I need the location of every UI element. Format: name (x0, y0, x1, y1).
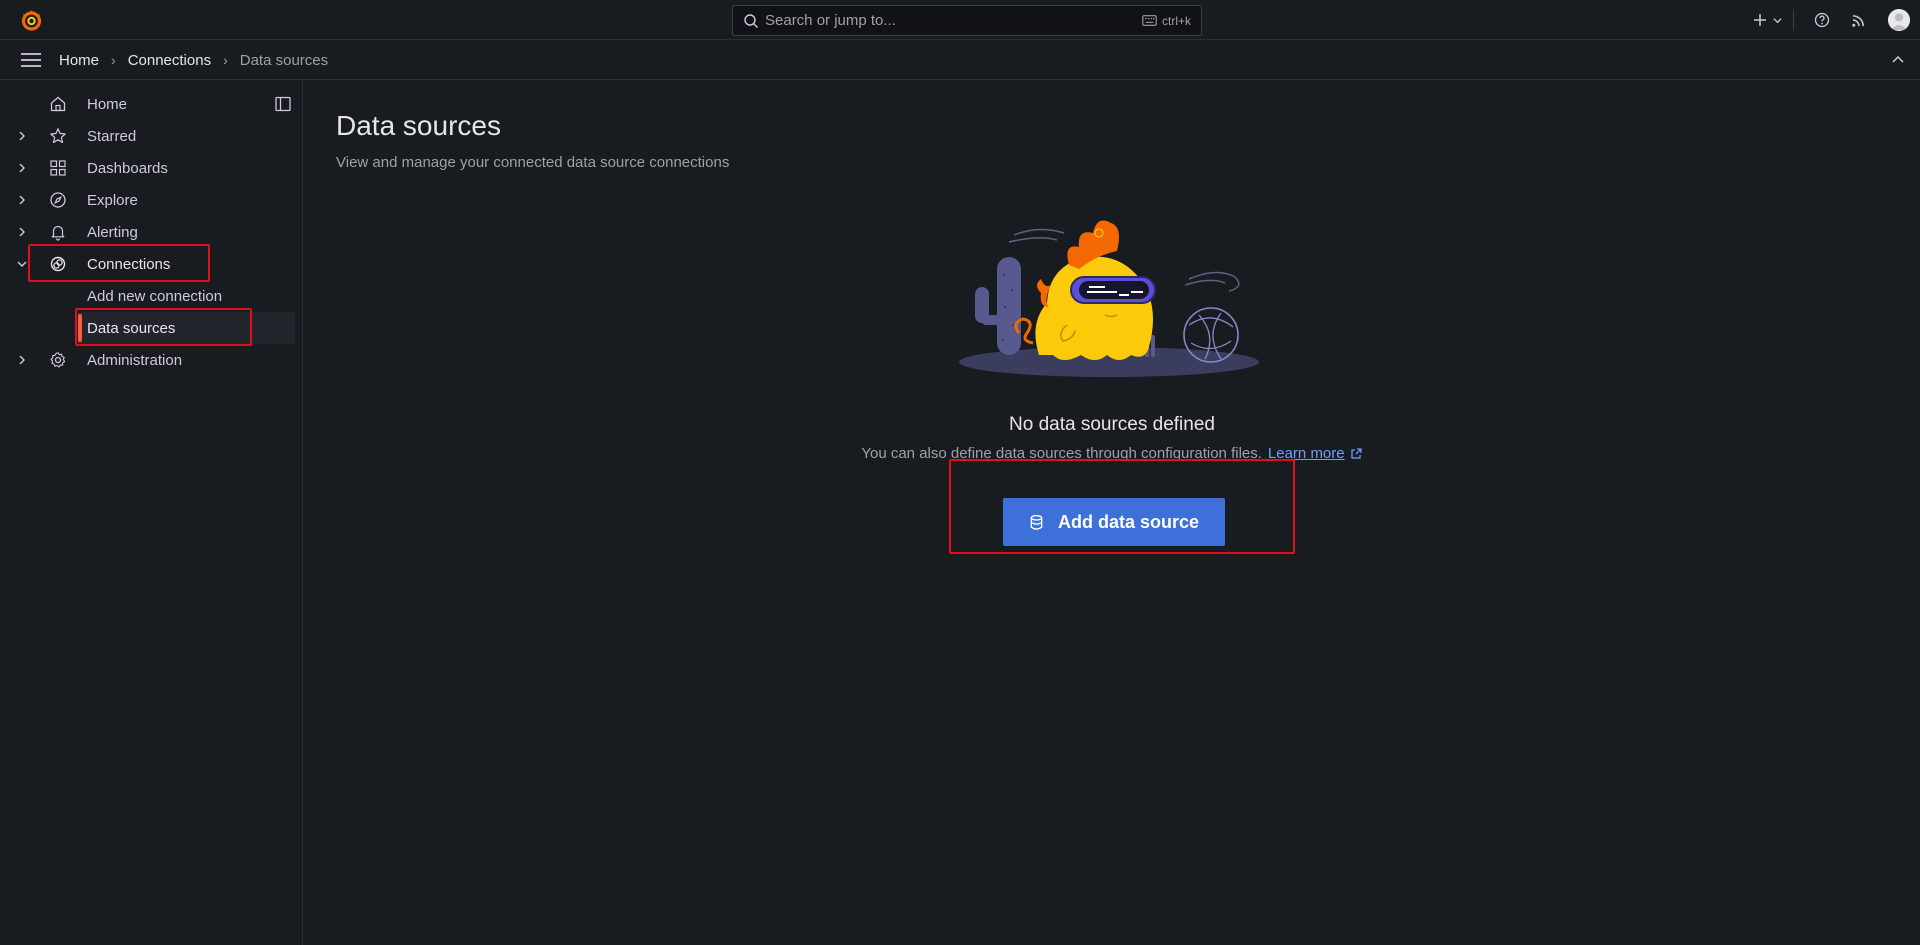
add-data-source-label: Add data source (1057, 511, 1200, 532)
help-icon (1814, 12, 1830, 28)
shortcut-text: ctrl+k (1161, 13, 1191, 28)
sidebar-item-alerting[interactable]: Alerting (0, 216, 295, 248)
hamburger-icon (21, 53, 41, 67)
breadcrumb-separator: › (223, 52, 228, 68)
sidebar-item-label: Home (87, 95, 128, 113)
breadcrumb-current: Data sources (239, 51, 329, 69)
search-placeholder: Search or jump to... (765, 12, 896, 29)
topbar-divider (1793, 9, 1794, 31)
empty-state-description-text: You can also define data sources through… (861, 445, 1262, 462)
external-link-icon (1349, 447, 1363, 461)
gear-icon (49, 351, 67, 369)
news-button[interactable] (1840, 0, 1876, 40)
breadcrumb-bar: Home › Connections › Data sources (0, 40, 1920, 80)
empty-state-illustration (959, 215, 1259, 385)
page-title: Data sources (336, 110, 501, 141)
chevron-right-icon[interactable] (16, 162, 28, 174)
chevron-down-icon (1772, 15, 1783, 26)
breadcrumb-separator: › (111, 52, 116, 68)
sidebar-item-label: Alerting (87, 223, 138, 241)
star-icon (49, 127, 67, 145)
keyboard-icon (1142, 15, 1157, 26)
sidebar-subitem-label: Add new connection (87, 287, 223, 305)
connections-icon (49, 255, 67, 273)
sidebar-subitem-data-sources[interactable]: Data sources (75, 312, 295, 344)
rss-icon (1851, 13, 1866, 28)
chevron-right-icon[interactable] (16, 194, 28, 206)
new-menu-button[interactable] (1752, 0, 1783, 40)
sidebar-subitem-label: Data sources (87, 319, 176, 337)
chevron-up-icon (1892, 55, 1904, 63)
sidebar-item-label: Connections (87, 255, 171, 273)
sidebar-item-explore[interactable]: Explore (0, 184, 295, 216)
apps-icon (49, 159, 67, 177)
sidebar: Home Starred Dashboards Explore Alerting (0, 80, 303, 945)
topbar-actions (1752, 0, 1920, 40)
plus-icon (1752, 12, 1768, 28)
sidebar-item-label: Starred (87, 127, 137, 145)
breadcrumb: Home › Connections › Data sources (59, 40, 328, 80)
chevron-right-icon[interactable] (16, 226, 28, 238)
grafana-logo-icon[interactable] (19, 8, 44, 33)
collapse-topbar-button[interactable] (1890, 52, 1906, 68)
sidebar-item-dashboards[interactable]: Dashboards (0, 152, 295, 184)
breadcrumb-home[interactable]: Home (59, 52, 99, 69)
chevron-right-icon[interactable] (16, 354, 28, 366)
sidebar-item-administration[interactable]: Administration (0, 344, 295, 376)
sidebar-item-starred[interactable]: Starred (0, 120, 295, 152)
compass-icon (49, 191, 67, 209)
home-icon (49, 95, 67, 113)
chevron-right-icon[interactable] (16, 130, 28, 142)
main-content: Data sources View and manage your connec… (304, 80, 1920, 945)
search-icon (743, 13, 759, 29)
sidebar-item-connections[interactable]: Connections (0, 248, 295, 280)
chevron-down-icon[interactable] (16, 258, 28, 270)
sidebar-item-label: Dashboards (87, 159, 168, 177)
bell-icon (49, 223, 67, 241)
database-icon (1029, 514, 1044, 531)
search-bar[interactable]: Search or jump to... ctrl+k (732, 5, 1202, 36)
sidebar-item-home[interactable]: Home (0, 88, 295, 120)
user-avatar[interactable] (1888, 9, 1910, 31)
keyboard-shortcut-hint: ctrl+k (1142, 14, 1191, 28)
learn-more-link[interactable]: Learn more (1268, 445, 1363, 462)
empty-state-description: You can also define data sources through… (304, 445, 1920, 462)
menu-toggle-button[interactable] (20, 50, 42, 70)
help-button[interactable] (1804, 0, 1840, 40)
breadcrumb-connections[interactable]: Connections (128, 52, 211, 69)
sidebar-item-label: Explore (87, 191, 138, 209)
sidebar-item-label: Administration (87, 351, 183, 369)
learn-more-label: Learn more (1267, 445, 1345, 462)
empty-state-title: No data sources defined (1009, 414, 1215, 435)
top-bar: Search or jump to... ctrl+k (0, 0, 1920, 40)
sidebar-subitem-add-new-connection[interactable]: Add new connection (75, 280, 295, 312)
add-data-source-button[interactable]: Add data source (1003, 498, 1225, 546)
page-subtitle: View and manage your connected data sour… (336, 154, 730, 171)
